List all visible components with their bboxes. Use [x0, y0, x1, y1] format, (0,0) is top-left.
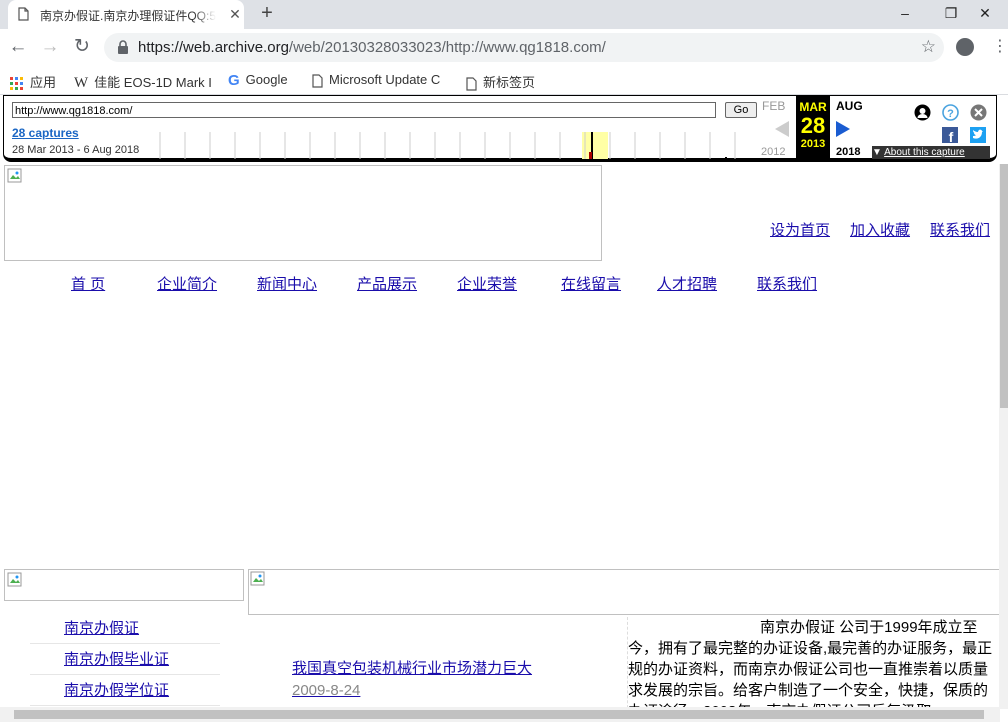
minimize-button[interactable]: – [882, 0, 928, 29]
current-year-highlight [582, 132, 608, 159]
triangle-down-icon: ▼ [872, 147, 882, 158]
next-year-label: 2018 [836, 146, 861, 158]
capture-bar [589, 152, 592, 159]
about-capture-label: About this capture [884, 147, 965, 158]
svg-text:?: ? [947, 108, 954, 120]
current-month: MAR [799, 100, 827, 114]
apps-grid-icon [10, 76, 23, 90]
current-capture-date: MAR 28 2013 [796, 96, 830, 160]
content-header-image [248, 569, 1000, 615]
tab-title: 南京办假证.南京办理假证件QQ:5 [40, 7, 216, 23]
bookmark-label: Google [245, 72, 288, 87]
news-date: 2009-8-24 [292, 682, 361, 699]
address-url: https://web.archive.org/web/201303280330… [138, 39, 606, 56]
wayback-toolbar: http://www.qg1818.com/ Go 28 captures 28… [3, 95, 997, 162]
horizontal-scrollbar-thumb[interactable] [14, 710, 984, 719]
company-about-text: 南京办假证 公司于1999年成立至今，拥有了最完整的办证设备,最完善的办证服务，… [627, 617, 1000, 713]
horizontal-scrollbar[interactable] [0, 707, 1000, 722]
next-capture-arrow-icon[interactable] [836, 121, 850, 137]
prev-month-label: FEB [762, 99, 786, 113]
sidebar-item[interactable]: 南京办假毕业证 [30, 644, 220, 675]
facebook-icon[interactable]: f [942, 127, 958, 143]
page-icon [18, 7, 29, 21]
bookmark-label: 新标签页 [483, 75, 536, 90]
url-path: /web/20130328033023/http://www.qg1818.co… [288, 39, 606, 56]
tab-strip: 南京办假证.南京办理假证件QQ:5 ✕ + – ❐ ✕ [0, 0, 1008, 29]
sidebar-header-image [4, 569, 244, 601]
sidebar-item[interactable]: 南京办假证 [30, 613, 220, 644]
sidebar-item[interactable]: 南京办假学位证 [30, 675, 220, 706]
nav-contact[interactable]: 联系我们 [757, 273, 817, 294]
sidebar-link[interactable]: 南京办假学位证 [64, 679, 169, 700]
nav-home[interactable]: 首 页 [71, 273, 105, 294]
wayback-url-input[interactable]: http://www.qg1818.com/ [12, 102, 716, 118]
lock-icon [118, 40, 128, 54]
profile-avatar-icon[interactable] [956, 38, 974, 56]
new-tab-button[interactable]: + [256, 2, 278, 24]
url-host: https://web.archive.org [138, 39, 289, 56]
sidebar-link[interactable]: 南京办假毕业证 [64, 648, 169, 669]
add-favorite-link[interactable]: 加入收藏 [850, 219, 910, 240]
news-item[interactable]: 我国真空包装机械行业市场潜力巨大 2009-8-24 [292, 658, 552, 702]
capture-date-range: 28 Mar 2013 - 6 Aug 2018 [12, 144, 140, 156]
current-day: 28 [800, 113, 826, 138]
bookmark-google[interactable]: G Google [228, 72, 288, 89]
close-window-button[interactable]: ✕ [962, 0, 1008, 29]
twitter-icon[interactable] [970, 127, 986, 143]
active-tab[interactable]: 南京办假证.南京办理假证件QQ:5 ✕ [8, 0, 244, 29]
bookmark-label: Microsoft Update C [329, 72, 441, 87]
current-year: 2013 [800, 138, 826, 150]
bookmark-label: 佳能 EOS-1D Mark I [94, 75, 212, 90]
back-arrow-icon[interactable]: ← [6, 35, 30, 59]
svg-text:f: f [949, 129, 954, 143]
capture-sparkline[interactable] [158, 132, 760, 159]
page-icon [312, 73, 323, 88]
vertical-scrollbar-thumb[interactable] [1000, 164, 1008, 408]
reload-icon[interactable]: ↻ [70, 35, 94, 59]
help-question-icon[interactable]: ? [942, 104, 959, 121]
bookmark-label: 应用 [30, 75, 57, 90]
nav-careers[interactable]: 人才招聘 [657, 273, 717, 294]
capture-bar [725, 157, 727, 159]
wikipedia-w-icon: W [74, 75, 89, 92]
tab-close-icon[interactable]: ✕ [226, 5, 244, 23]
sidebar-link[interactable]: 南京办假证 [64, 617, 139, 638]
broken-image-icon [7, 572, 22, 587]
close-toolbar-icon[interactable] [970, 104, 987, 121]
bookmark-star-icon[interactable]: ☆ [921, 37, 936, 57]
year-gridlines [159, 132, 736, 159]
user-account-icon[interactable] [914, 104, 931, 121]
menu-kebab-icon[interactable]: ⋮ [992, 37, 1008, 57]
bookmark-canon[interactable]: W 佳能 EOS-1D Mark I [74, 72, 214, 92]
bookmark-microsoft-update[interactable]: Microsoft Update C [312, 72, 448, 88]
nav-news-center[interactable]: 新闻中心 [257, 273, 317, 294]
contact-us-link[interactable]: 联系我们 [930, 219, 990, 240]
captures-link[interactable]: 28 captures [12, 126, 79, 140]
bookmark-new-tab[interactable]: 新标签页 [466, 72, 535, 91]
broken-image-icon [250, 571, 265, 586]
next-month-label: AUG [836, 99, 863, 113]
address-bar[interactable]: https://web.archive.org/web/201303280330… [104, 33, 944, 62]
news-title[interactable]: 我国真空包装机械行业市场潜力巨大 [292, 660, 532, 677]
wayback-go-button[interactable]: Go [725, 102, 757, 118]
broken-image-icon [7, 168, 22, 183]
prev-year-label: 2012 [761, 146, 786, 158]
nav-honors[interactable]: 企业荣誉 [457, 273, 517, 294]
google-g-icon: G [228, 72, 240, 90]
header-banner-image [4, 165, 602, 261]
forward-arrow-icon[interactable]: → [38, 35, 62, 59]
about-capture-button[interactable]: ▼ About this capture [872, 146, 990, 159]
prev-capture-arrow-icon[interactable] [775, 121, 789, 137]
nav-company-intro[interactable]: 企业简介 [157, 273, 217, 294]
set-homepage-link[interactable]: 设为首页 [770, 219, 830, 240]
bookmarks-bar: 应用 W 佳能 EOS-1D Mark I G Google Microsoft U… [0, 66, 1008, 95]
nav-products[interactable]: 产品展示 [357, 273, 417, 294]
browser-toolbar: ← → ↻ https://web.archive.org/web/201303… [0, 29, 1008, 66]
bookmark-apps[interactable]: 应用 [10, 72, 56, 91]
page-icon [466, 76, 477, 91]
nav-guestbook[interactable]: 在线留言 [561, 273, 621, 294]
